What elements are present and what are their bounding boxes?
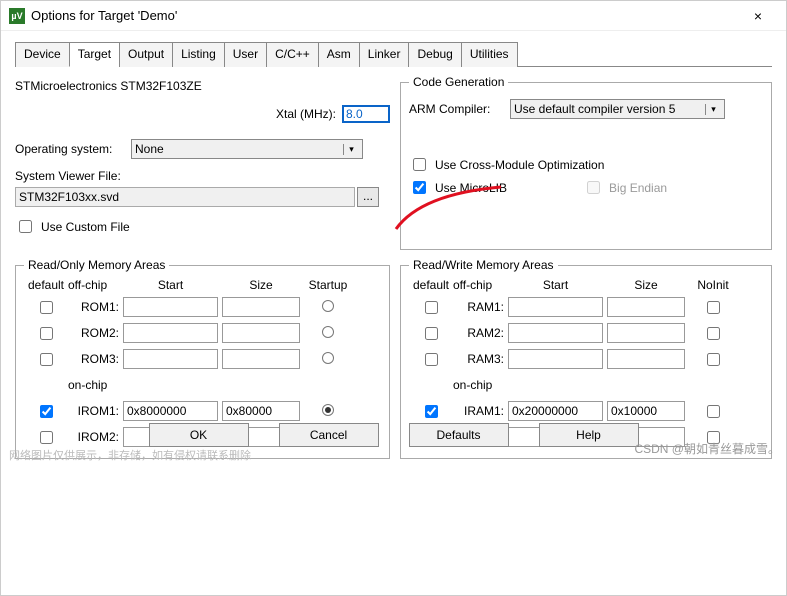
help-button[interactable]: Help — [539, 423, 639, 447]
microlib-checkbox[interactable] — [413, 181, 426, 194]
app-icon: µV — [9, 8, 25, 24]
mem-name: ROM2: — [68, 326, 123, 340]
close-icon[interactable]: × — [738, 8, 778, 24]
default-checkbox[interactable] — [425, 353, 438, 366]
size-input[interactable] — [607, 323, 685, 343]
size-input[interactable] — [222, 323, 300, 343]
microlib-label: Use MicroLIB — [435, 181, 507, 195]
big-endian-label: Big Endian — [609, 181, 667, 195]
size-input[interactable] — [222, 349, 300, 369]
client-area: DeviceTargetOutputListingUserC/C++AsmLin… — [1, 31, 786, 459]
noinit-checkbox[interactable] — [707, 353, 720, 366]
os-select[interactable]: None▾ — [131, 139, 363, 159]
mem-name: ROM3: — [68, 352, 123, 366]
memory-row: RAM3: — [409, 346, 763, 372]
default-checkbox[interactable] — [425, 301, 438, 314]
code-generation-legend: Code Generation — [409, 75, 508, 89]
arm-compiler-select[interactable]: Use default compiler version 5▾ — [510, 99, 725, 119]
memory-row: IROM1: — [24, 398, 381, 424]
readonly-legend: Read/Only Memory Areas — [24, 258, 169, 272]
size-input[interactable] — [222, 297, 300, 317]
mem-name: RAM2: — [453, 326, 508, 340]
svf-browse-button[interactable]: ... — [357, 187, 379, 207]
memory-row: ROM3: — [24, 346, 381, 372]
tab-user[interactable]: User — [224, 42, 267, 67]
readwrite-legend: Read/Write Memory Areas — [409, 258, 558, 272]
tab-utilities[interactable]: Utilities — [461, 42, 518, 67]
cross-module-checkbox[interactable] — [413, 158, 426, 171]
svf-label: System Viewer File: — [15, 169, 121, 183]
big-endian-checkbox — [587, 181, 600, 194]
noinit-checkbox[interactable] — [707, 405, 720, 418]
ok-button[interactable]: OK — [149, 423, 249, 447]
start-input[interactable] — [123, 349, 218, 369]
size-input[interactable] — [222, 401, 300, 421]
titlebar: µV Options for Target 'Demo' × — [1, 1, 786, 31]
memory-row: RAM2: — [409, 320, 763, 346]
tab-cc[interactable]: C/C++ — [266, 42, 319, 67]
window-title: Options for Target 'Demo' — [31, 8, 738, 23]
defaults-button[interactable]: Defaults — [409, 423, 509, 447]
cancel-button[interactable]: Cancel — [279, 423, 379, 447]
mem-name: IRAM1: — [453, 404, 508, 418]
noinit-checkbox[interactable] — [707, 301, 720, 314]
size-input[interactable] — [607, 297, 685, 317]
cross-module-label: Use Cross-Module Optimization — [435, 158, 604, 172]
tab-strip: DeviceTargetOutputListingUserC/C++AsmLin… — [15, 41, 772, 67]
xtal-input[interactable]: 8.0 — [342, 105, 390, 123]
noinit-checkbox[interactable] — [707, 327, 720, 340]
mem-name: RAM3: — [453, 352, 508, 366]
watermark: CSDN @朝如青丝暮成雪。 — [634, 440, 780, 457]
default-checkbox[interactable] — [425, 327, 438, 340]
memory-row: RAM1: — [409, 294, 763, 320]
startup-radio[interactable] — [322, 300, 334, 312]
memory-row: ROM2: — [24, 320, 381, 346]
tab-debug[interactable]: Debug — [408, 42, 461, 67]
use-custom-file-label: Use Custom File — [41, 220, 130, 234]
tab-target[interactable]: Target — [69, 42, 120, 67]
start-input[interactable] — [123, 323, 218, 343]
mem-name: IROM1: — [68, 404, 123, 418]
tab-device[interactable]: Device — [15, 42, 70, 67]
default-checkbox[interactable] — [40, 327, 53, 340]
tab-output[interactable]: Output — [119, 42, 173, 67]
xtal-label: Xtal (MHz): — [276, 107, 336, 121]
chevron-down-icon: ▾ — [705, 104, 721, 115]
arm-compiler-label: ARM Compiler: — [409, 102, 504, 116]
start-input[interactable] — [508, 401, 603, 421]
footnote: 网络图片仅供展示，非存储，如有侵权请联系删除 — [9, 447, 251, 463]
memory-row: IRAM1: — [409, 398, 763, 424]
device-name: STMicroelectronics STM32F103ZE — [15, 79, 202, 93]
start-input[interactable] — [123, 401, 218, 421]
start-input[interactable] — [123, 297, 218, 317]
os-label: Operating system: — [15, 142, 125, 156]
mem-name: RAM1: — [453, 300, 508, 314]
default-checkbox[interactable] — [425, 405, 438, 418]
tab-listing[interactable]: Listing — [172, 42, 225, 67]
mem-name: ROM1: — [68, 300, 123, 314]
startup-radio[interactable] — [322, 326, 334, 338]
tab-linker[interactable]: Linker — [359, 42, 410, 67]
size-input[interactable] — [607, 401, 685, 421]
chevron-down-icon: ▾ — [343, 144, 359, 155]
size-input[interactable] — [607, 349, 685, 369]
start-input[interactable] — [508, 349, 603, 369]
code-generation-group: Code Generation ARM Compiler: Use defaul… — [400, 75, 772, 250]
default-checkbox[interactable] — [40, 353, 53, 366]
tab-asm[interactable]: Asm — [318, 42, 360, 67]
use-custom-file-checkbox[interactable] — [19, 220, 32, 233]
options-dialog: µV Options for Target 'Demo' × DeviceTar… — [0, 0, 787, 596]
default-checkbox[interactable] — [40, 405, 53, 418]
start-input[interactable] — [508, 297, 603, 317]
memory-row: ROM1: — [24, 294, 381, 320]
startup-radio[interactable] — [322, 352, 334, 364]
svf-input[interactable] — [15, 187, 355, 207]
startup-radio[interactable] — [322, 404, 334, 416]
start-input[interactable] — [508, 323, 603, 343]
default-checkbox[interactable] — [40, 301, 53, 314]
